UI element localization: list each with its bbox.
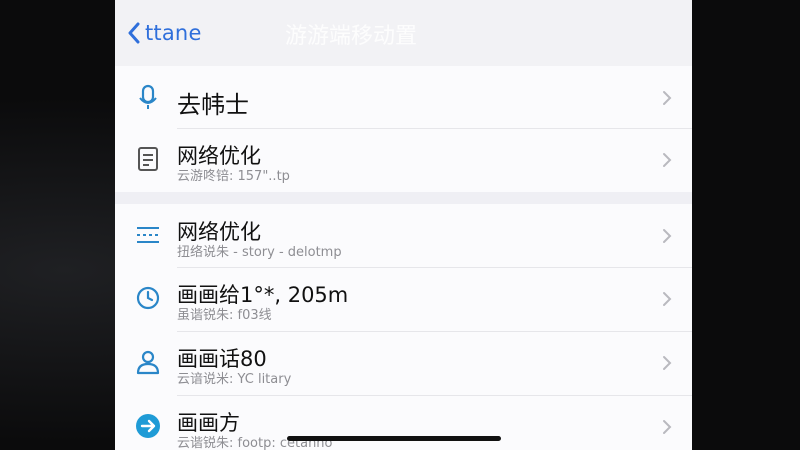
row-subtitle: 扭络说朱 - story - delotmp	[177, 245, 342, 260]
back-label: ttane	[145, 21, 202, 45]
row-subtitle: 虽谐锐朱: f03线	[177, 308, 272, 323]
chevron-right-icon	[663, 91, 672, 105]
settings-row-1[interactable]: 去帏士	[115, 66, 692, 130]
settings-row-4[interactable]: 画画给1°*, 205m 虽谐锐朱: f03线	[115, 267, 692, 331]
document-icon	[135, 146, 161, 172]
settings-group-1: 去帏士 网络优化 云游咚锫: 157"..tp	[115, 66, 692, 192]
chevron-right-icon	[663, 356, 672, 370]
send-icon	[135, 413, 161, 439]
chevron-right-icon	[663, 292, 672, 306]
chevron-right-icon	[663, 420, 672, 434]
clock-icon	[135, 285, 161, 311]
row-title: 去帏士	[177, 91, 249, 119]
page-title: 游游端移动置	[285, 24, 418, 49]
chevron-right-icon	[663, 153, 672, 167]
settings-row-6[interactable]: 画画方 云谐锐朱: footp: cetanno	[115, 395, 692, 450]
settings-row-2[interactable]: 网络优化 云游咚锫: 157"..tp	[115, 128, 692, 192]
chevron-right-icon	[663, 229, 672, 243]
home-indicator[interactable]	[287, 436, 501, 441]
microphone-icon	[135, 84, 161, 110]
row-subtitle: 云谐锐朱: footp: cetanno	[177, 436, 333, 450]
settings-row-3[interactable]: 网络优化 扭络说朱 - story - delotmp	[115, 204, 692, 268]
back-button[interactable]: ttane	[127, 16, 202, 50]
settings-row-5[interactable]: 画画话80 云谙说米: YC litary	[115, 331, 692, 395]
settings-group-2: 网络优化 扭络说朱 - story - delotmp 画画给1°*, 205m…	[115, 204, 692, 450]
phone-screen: ttane 游游端移动置 去帏士 网络优化 云游咚锫: 157"..tp 网络优…	[115, 0, 692, 450]
person-icon	[135, 349, 161, 375]
navigation-bar: ttane 游游端移动置	[115, 0, 692, 67]
chevron-left-icon	[128, 22, 140, 44]
row-subtitle: 云谙说米: YC litary	[177, 372, 292, 387]
row-subtitle: 云游咚锫: 157"..tp	[177, 169, 290, 184]
sliders-icon	[135, 222, 161, 248]
